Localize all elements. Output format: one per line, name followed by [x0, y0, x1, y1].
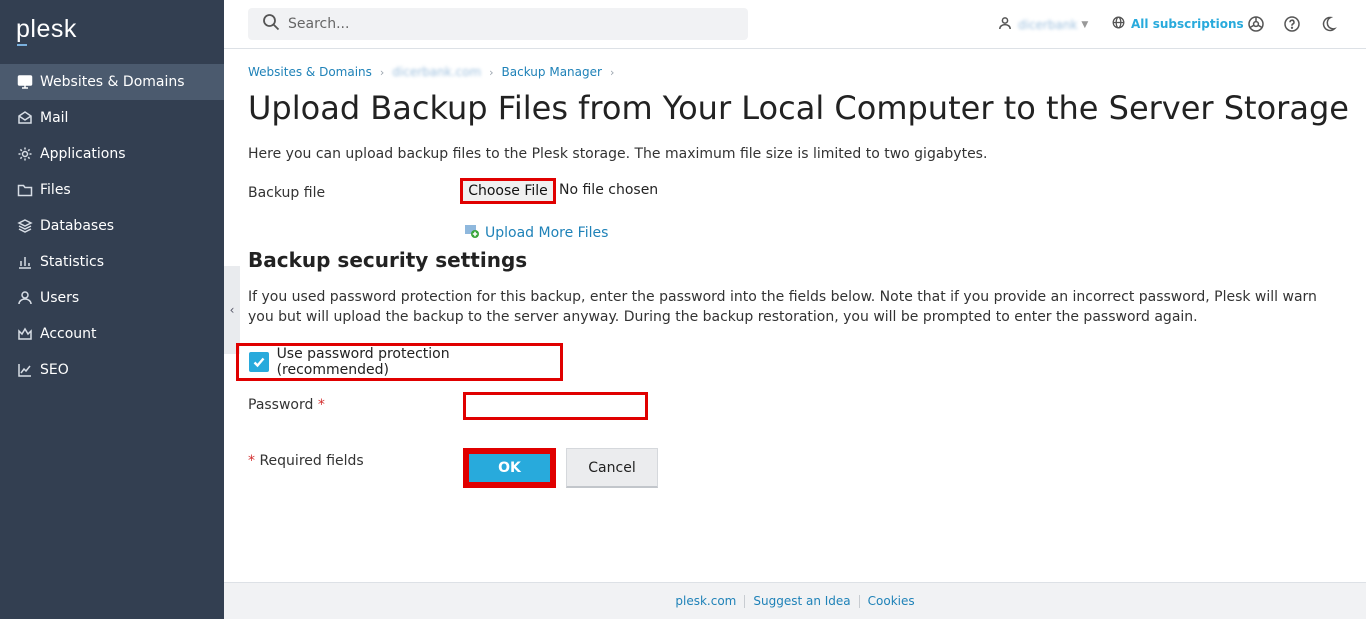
- sidebar-item-seo[interactable]: SEO: [0, 352, 224, 388]
- checkmark-icon: [253, 357, 265, 368]
- sidebar-item-files[interactable]: Files: [0, 172, 224, 208]
- chevron-right-icon: ›: [489, 65, 494, 79]
- bar-chart-icon: [16, 253, 34, 271]
- footer-link-suggest-idea[interactable]: Suggest an Idea: [745, 594, 858, 608]
- ok-button[interactable]: OK: [463, 448, 556, 488]
- sidebar: plesk Websites & Domains Mail Applicatio…: [0, 0, 224, 619]
- required-marker: *: [248, 453, 255, 469]
- sidebar-item-mail[interactable]: Mail: [0, 100, 224, 136]
- password-field[interactable]: [463, 392, 648, 420]
- footer-link-plesk[interactable]: plesk.com: [667, 594, 744, 608]
- search-icon: [262, 13, 280, 35]
- subscriptions-label: All subscriptions: [1131, 17, 1244, 31]
- sidebar-item-websites-domains[interactable]: Websites & Domains: [0, 64, 224, 100]
- database-icon: [16, 217, 34, 235]
- search-input[interactable]: [288, 16, 728, 32]
- sidebar-collapse-toggle[interactable]: ‹: [224, 266, 240, 354]
- required-fields-note: * Required fields: [248, 453, 364, 469]
- sidebar-item-label: Account: [40, 326, 97, 342]
- file-status: No file chosen: [559, 182, 659, 198]
- add-file-icon: [464, 223, 485, 243]
- sidebar-item-label: Statistics: [40, 254, 104, 270]
- chevron-right-icon: ›: [609, 65, 615, 79]
- use-password-checkbox[interactable]: [249, 352, 269, 372]
- sidebar-nav: Websites & Domains Mail Applications Fil…: [0, 64, 224, 388]
- chevron-left-icon: ‹: [229, 303, 235, 317]
- footer-link-cookies[interactable]: Cookies: [860, 594, 923, 608]
- upload-more-label: Upload More Files: [485, 225, 609, 241]
- password-label-row: Password *: [248, 397, 325, 413]
- sidebar-item-label: Mail: [40, 110, 69, 126]
- chevron-down-icon: ▼: [1081, 19, 1089, 30]
- sidebar-item-applications[interactable]: Applications: [0, 136, 224, 172]
- breadcrumb-link[interactable]: Backup Manager: [502, 65, 602, 79]
- topbar: dicerbank ▼ All subscriptions: [224, 0, 1366, 49]
- sidebar-item-users[interactable]: Users: [0, 280, 224, 316]
- use-password-label: Use password protection (recommended): [276, 346, 450, 378]
- security-description: If you used password protection for this…: [248, 289, 1317, 325]
- breadcrumb: Websites & Domains › dicerbank.com › Bac…: [248, 65, 622, 79]
- crown-icon: [16, 325, 34, 343]
- search-box[interactable]: [248, 8, 748, 40]
- help-icon[interactable]: [1283, 15, 1301, 33]
- cancel-button[interactable]: Cancel: [566, 448, 658, 488]
- user-icon: [16, 289, 34, 307]
- trend-icon: [16, 361, 34, 379]
- sidebar-item-label: Applications: [40, 146, 126, 162]
- extensions-icon[interactable]: [1247, 15, 1265, 33]
- folder-icon: [16, 181, 34, 199]
- footer: plesk.com Suggest an Idea Cookies: [224, 582, 1366, 619]
- breadcrumb-link[interactable]: Websites & Domains: [248, 65, 372, 79]
- password-label: Password: [248, 397, 314, 413]
- use-password-checkbox-row[interactable]: Use password protection (recommended): [236, 343, 563, 381]
- sidebar-item-label: Files: [40, 182, 71, 198]
- sidebar-item-label: Websites & Domains: [40, 74, 185, 90]
- user-name: dicerbank: [1018, 17, 1078, 32]
- user-icon: [998, 16, 1018, 33]
- monitor-icon: [16, 73, 34, 91]
- choose-file-button[interactable]: Choose File: [460, 178, 556, 204]
- sidebar-item-account[interactable]: Account: [0, 316, 224, 352]
- dark-mode-icon[interactable]: [1319, 15, 1337, 33]
- all-subscriptions-link[interactable]: All subscriptions: [1112, 16, 1244, 32]
- breadcrumb-link[interactable]: dicerbank.com: [392, 65, 481, 79]
- upload-more-files-link[interactable]: Upload More Files: [464, 223, 608, 243]
- sidebar-item-statistics[interactable]: Statistics: [0, 244, 224, 280]
- plesk-logo[interactable]: plesk: [16, 15, 77, 44]
- sidebar-item-label: Databases: [40, 218, 115, 234]
- required-fields-label: Required fields: [259, 453, 364, 469]
- sidebar-item-label: SEO: [40, 362, 69, 378]
- sidebar-item-label: Users: [40, 290, 80, 306]
- section-title: Backup security settings: [248, 248, 528, 272]
- mail-icon: [16, 109, 34, 127]
- sidebar-item-databases[interactable]: Databases: [0, 208, 224, 244]
- required-marker: *: [317, 397, 325, 413]
- user-menu[interactable]: dicerbank ▼: [998, 16, 1088, 33]
- logo-accent: [17, 44, 27, 46]
- backup-file-label: Backup file: [248, 185, 326, 201]
- gear-icon: [16, 145, 34, 163]
- globe-icon: [1112, 16, 1131, 32]
- chevron-right-icon: ›: [379, 65, 385, 79]
- page-title: Upload Backup Files from Your Local Comp…: [248, 89, 1349, 127]
- ok-button-label: OK: [469, 454, 550, 482]
- page-intro: Here you can upload backup files to the …: [248, 146, 988, 162]
